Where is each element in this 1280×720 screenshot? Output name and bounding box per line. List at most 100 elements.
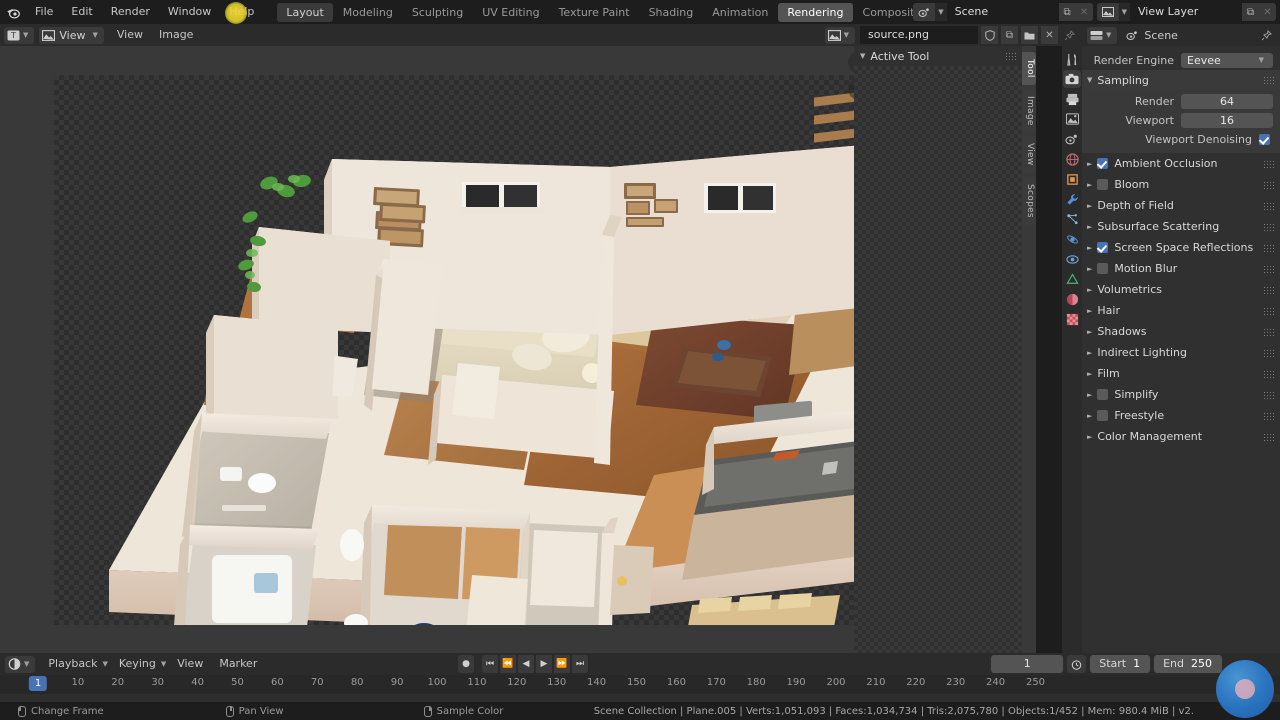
panel-expand-triangle-icon[interactable]: ► <box>1087 349 1092 357</box>
panel-enable-checkbox[interactable] <box>1097 158 1109 169</box>
properties-tab-modifiers[interactable] <box>1063 190 1081 208</box>
render-panel-film[interactable]: ► Film <box>1082 363 1280 384</box>
sampling-panel-header[interactable]: ▼ Sampling <box>1082 70 1280 90</box>
properties-pin-icon[interactable] <box>1258 26 1275 44</box>
sampling-collapse-triangle-icon[interactable]: ▼ <box>1087 76 1092 84</box>
panel-expand-triangle-icon[interactable]: ► <box>1087 412 1092 420</box>
scene-selector[interactable]: ▼ Scene ⧉ ✕ <box>913 3 1093 21</box>
timeline-ruler[interactable]: 1 10 20 30 40 50 60 70 80 90 100 110 120 130 140 150 16… <box>0 675 1280 694</box>
render-panel-shadows[interactable]: ► Shadows <box>1082 321 1280 342</box>
start-frame-field[interactable]: Start 1 <box>1090 655 1151 673</box>
viewport-denoising-checkbox[interactable] <box>1259 134 1270 145</box>
scene-new-button[interactable]: ⧉ <box>1058 3 1076 21</box>
use-preview-range-icon[interactable] <box>1067 655 1087 673</box>
auto-keying-button[interactable]: ● <box>458 655 474 673</box>
sidebar-tab-tool[interactable]: Tool <box>1022 52 1036 85</box>
render-panel-subsurface-scattering[interactable]: ► Subsurface Scattering <box>1082 216 1280 237</box>
panel-enable-checkbox[interactable] <box>1097 410 1109 421</box>
panel-enable-checkbox[interactable] <box>1097 242 1109 253</box>
render-panel-freestyle[interactable]: ► Freestyle <box>1082 405 1280 426</box>
end-frame-field[interactable]: End 250 <box>1154 655 1222 673</box>
timeline-menu-keying[interactable]: Keying <box>111 653 164 675</box>
scene-dropdown-chevron-icon[interactable]: ▼ <box>935 8 946 16</box>
render-panel-simplify[interactable]: ► Simplify <box>1082 384 1280 405</box>
workspace-tab-rendering[interactable]: Rendering <box>778 2 853 22</box>
current-frame-field[interactable]: 1 <box>991 655 1064 673</box>
viewlayer-dropdown-chevron-icon[interactable]: ▼ <box>1119 8 1130 16</box>
properties-tab-data[interactable] <box>1063 270 1081 288</box>
sidebar-tab-image[interactable]: Image <box>1022 88 1036 133</box>
viewlayer-remove-button[interactable]: ✕ <box>1259 3 1276 21</box>
play-icon[interactable]: ▶ <box>536 655 552 673</box>
timeline-menu-view[interactable]: View <box>169 653 211 675</box>
panel-expand-triangle-icon[interactable]: ► <box>1087 391 1092 399</box>
workspace-tab-uv-editing[interactable]: UV Editing <box>473 3 548 22</box>
image-fake-user-button[interactable] <box>981 26 998 44</box>
playhead[interactable]: 1 <box>28 676 48 691</box>
image-unlink-button[interactable]: ✕ <box>1041 26 1058 44</box>
menu-file[interactable]: File <box>26 0 62 24</box>
render-panel-ambient-occlusion[interactable]: ► Ambient Occlusion <box>1082 153 1280 174</box>
image-editor-mode-selector[interactable]: View ▼ <box>39 26 104 44</box>
workspace-tab-sculpting[interactable]: Sculpting <box>403 3 472 22</box>
workspace-tab-layout[interactable]: Layout <box>277 2 333 22</box>
scene-name-field[interactable]: Scene <box>946 3 1059 21</box>
panel-expand-triangle-icon[interactable]: ► <box>1087 244 1092 252</box>
scene-unlink-button[interactable]: ✕ <box>1075 3 1093 21</box>
jump-start-icon[interactable]: ⏮ <box>482 655 498 673</box>
render-engine-dropdown[interactable]: Eevee ▼ <box>1181 53 1273 68</box>
render-panel-hair[interactable]: ► Hair <box>1082 300 1280 321</box>
play-reverse-icon[interactable]: ◀ <box>518 655 534 673</box>
menu-window[interactable]: Window <box>159 0 220 24</box>
properties-tab-texture[interactable] <box>1063 310 1081 328</box>
image-new-button[interactable]: ⧉ <box>1001 26 1018 44</box>
properties-tab-tool[interactable] <box>1063 50 1081 68</box>
panel-expand-triangle-icon[interactable]: ► <box>1087 370 1092 378</box>
viewlayer-new-button[interactable]: ⧉ <box>1242 3 1259 21</box>
menu-edit[interactable]: Edit <box>62 0 101 24</box>
timeline-menu-playback[interactable]: Playback <box>40 653 105 675</box>
image-open-button[interactable] <box>1021 26 1038 44</box>
render-panel-volumetrics[interactable]: ► Volumetrics <box>1082 279 1280 300</box>
properties-tab-scene[interactable] <box>1063 130 1081 148</box>
workspace-tab-animation[interactable]: Animation <box>703 3 777 22</box>
image-browse-button[interactable]: ▼ <box>824 26 855 44</box>
panel-expand-triangle-icon[interactable]: ► <box>1087 307 1092 315</box>
editor-type-selector[interactable]: T ▼ <box>4 26 35 44</box>
panel-enable-checkbox[interactable] <box>1097 263 1109 274</box>
properties-editor-type-selector[interactable]: ▼ <box>1087 26 1118 44</box>
blender-logo-icon[interactable] <box>0 0 26 24</box>
properties-tab-render[interactable] <box>1063 70 1081 88</box>
workspace-tab-texture-paint[interactable]: Texture Paint <box>550 3 639 22</box>
sampling-viewport-field[interactable]: 16 <box>1181 113 1273 128</box>
properties-tab-constraints[interactable] <box>1063 250 1081 268</box>
sidebar-tab-scopes[interactable]: Scopes <box>1022 176 1036 225</box>
jump-end-icon[interactable]: ⏭ <box>572 655 588 673</box>
viewlayer-name-field[interactable]: View Layer <box>1130 3 1242 21</box>
properties-tab-material[interactable] <box>1063 290 1081 308</box>
properties-tab-particles[interactable] <box>1063 210 1081 228</box>
render-panel-color-management[interactable]: ► Color Management <box>1082 426 1280 447</box>
render-panel-screen-space-reflections[interactable]: ► Screen Space Reflections <box>1082 237 1280 258</box>
image-pin-icon[interactable] <box>1061 26 1078 44</box>
panel-expand-triangle-icon[interactable]: ► <box>1087 328 1092 336</box>
workspace-tab-shading[interactable]: Shading <box>640 3 703 22</box>
workspace-tab-modeling[interactable]: Modeling <box>334 3 402 22</box>
panel-enable-checkbox[interactable] <box>1097 179 1109 190</box>
panel-enable-checkbox[interactable] <box>1097 389 1109 400</box>
render-panel-motion-blur[interactable]: ► Motion Blur <box>1082 258 1280 279</box>
next-keyframe-icon[interactable]: ⏩ <box>554 655 570 673</box>
panel-expand-triangle-icon[interactable]: ► <box>1087 160 1092 168</box>
panel-expand-triangle-icon[interactable]: ► <box>1087 286 1092 294</box>
prev-keyframe-icon[interactable]: ⏪ <box>500 655 516 673</box>
render-panel-depth-of-field[interactable]: ► Depth of Field <box>1082 195 1280 216</box>
timeline-body[interactable] <box>0 694 1280 702</box>
menu-render[interactable]: Render <box>102 0 159 24</box>
active-tool-panel-header[interactable]: ▼ Active Tool <box>854 46 1022 66</box>
sampling-render-field[interactable]: 64 <box>1181 94 1273 109</box>
image-name-field[interactable]: source.png <box>860 26 978 44</box>
viewlayer-selector[interactable]: ▼ View Layer ⧉ ✕ <box>1096 3 1276 21</box>
properties-tab-view-layer[interactable] <box>1063 110 1081 128</box>
render-panel-indirect-lighting[interactable]: ► Indirect Lighting <box>1082 342 1280 363</box>
timeline-editor-type-selector[interactable]: ▼ <box>5 655 36 673</box>
